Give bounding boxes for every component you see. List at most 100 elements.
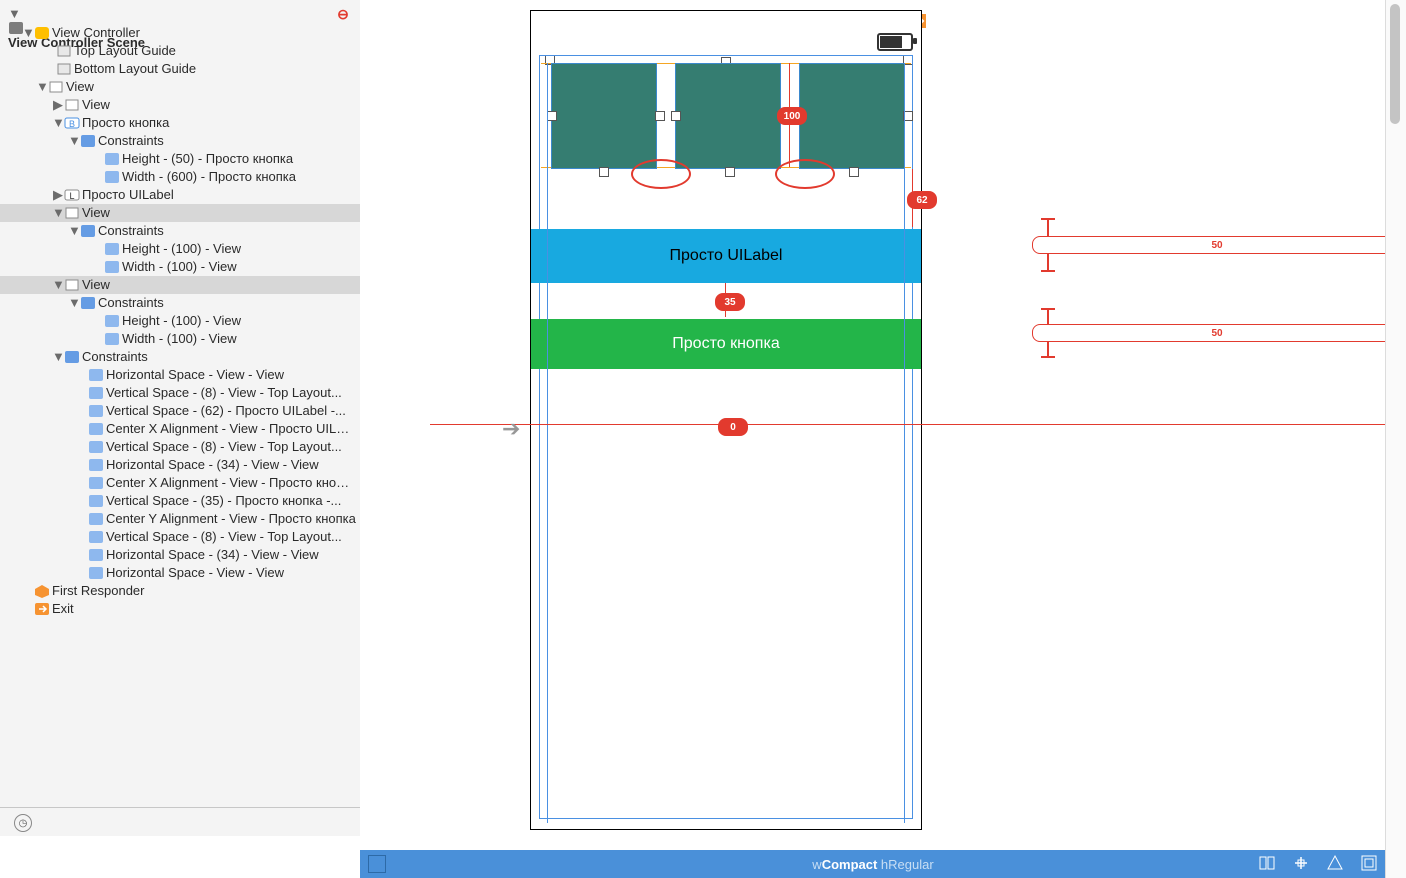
outline-row[interactable]: ▼ View [0, 276, 360, 294]
outline-row-label: Constraints [98, 223, 164, 238]
badge-text: 50 [1211, 328, 1222, 339]
outline-row[interactable]: Center Y Alignment - View - Просто кнопк… [0, 510, 360, 528]
svg-text:L: L [69, 191, 74, 201]
outline-row[interactable]: ▼View Controller [0, 24, 360, 42]
cval-icon [88, 548, 104, 562]
w-prefix: w [812, 857, 821, 872]
outline-row-label: Vertical Space - (8) - View - Top Layout… [106, 385, 342, 400]
cval-icon [104, 152, 120, 166]
outline-row[interactable]: Center X Alignment - View - Просто кнопк… [0, 474, 360, 492]
scene-stop-icon[interactable]: ⊖ [336, 6, 350, 20]
align-icon[interactable] [1258, 854, 1276, 872]
subview-box-3[interactable] [799, 63, 905, 169]
constraint-badge-50a[interactable]: 50 [1032, 236, 1386, 254]
doc-outline-toggle-icon[interactable] [368, 855, 386, 873]
outline-row[interactable]: Horizontal Space - (34) - View - View [0, 456, 360, 474]
cval-icon [104, 314, 120, 328]
disclosure-triangle-icon[interactable]: ▼ [52, 348, 64, 366]
outline-row[interactable]: ▶LПросто UILabel [0, 186, 360, 204]
cval-icon [88, 422, 104, 436]
outline-row[interactable]: Vertical Space - (8) - View - Top Layout… [0, 528, 360, 546]
outline-row[interactable]: Exit [0, 600, 360, 618]
disclosure-triangle-icon[interactable]: ▼ [52, 204, 64, 222]
disclosure-triangle-icon[interactable]: ▼ [8, 6, 21, 21]
constraint-badge-100[interactable]: 100 [777, 107, 807, 125]
outline-row[interactable]: ▼BПросто кнопка [0, 114, 360, 132]
disclosure-triangle-icon[interactable]: ▼ [68, 132, 80, 150]
outline-row[interactable]: Horizontal Space - View - View [0, 564, 360, 582]
badge-text: 50 [1211, 240, 1222, 251]
uilabel-text: Просто UILabel [670, 247, 783, 265]
vertical-scrollbar[interactable] [1385, 0, 1406, 878]
pin-icon[interactable] [1292, 854, 1310, 872]
selection-handle[interactable] [671, 111, 681, 121]
cval-icon [88, 512, 104, 526]
uibutton-bar[interactable]: Просто кнопка [531, 319, 921, 369]
outline-row[interactable]: Vertical Space - (8) - View - Top Layout… [0, 438, 360, 456]
disclosure-triangle-icon[interactable]: ▼ [68, 222, 80, 240]
subview-box-1[interactable] [551, 63, 657, 169]
outline-row[interactable]: Vertical Space - (35) - Просто кнопка -.… [0, 492, 360, 510]
disclosure-triangle-icon[interactable]: ▼ [36, 78, 48, 96]
outline-row[interactable]: Horizontal Space - (34) - View - View [0, 546, 360, 564]
outline-row[interactable]: Vertical Space - (8) - View - Top Layout… [0, 384, 360, 402]
disclosure-triangle-icon[interactable]: ▶ [52, 96, 64, 114]
resolve-issues-icon[interactable] [1326, 854, 1344, 872]
outline-row[interactable]: Bottom Layout Guide [0, 60, 360, 78]
disclosure-triangle-icon[interactable]: ▼ [52, 114, 64, 132]
outline-row[interactable]: Height - (100) - View [0, 312, 360, 330]
outline-row[interactable]: Center X Alignment - View - Просто UILab… [0, 420, 360, 438]
outline-row[interactable]: ▼Constraints [0, 132, 360, 150]
disclosure-triangle-icon[interactable]: ▼ [68, 294, 80, 312]
disclosure-triangle-icon[interactable]: ▼ [22, 24, 34, 42]
selection-handle[interactable] [849, 167, 859, 177]
view-icon [64, 98, 80, 112]
outline-row-label: View [82, 277, 110, 292]
cval-icon [88, 530, 104, 544]
view-icon [64, 206, 80, 220]
outline-row[interactable]: Height - (50) - Просто кнопка [0, 150, 360, 168]
size-class-bar[interactable]: wCompact hRegular [360, 850, 1386, 878]
outline-row[interactable]: ▼View [0, 204, 360, 222]
outline-row[interactable]: Top Layout Guide [0, 42, 360, 60]
cval-icon [88, 368, 104, 382]
outline-row[interactable]: First Responder [0, 582, 360, 600]
outline-row[interactable]: Width - (100) - View [0, 330, 360, 348]
outline-row[interactable]: ▼Constraints [0, 348, 360, 366]
constraint-badge-0[interactable]: 0 [718, 418, 748, 436]
view-icon [48, 80, 64, 94]
selection-handle[interactable] [599, 167, 609, 177]
ib-canvas[interactable]: 100 62 Просто UILabel 35 Просто кнопка ➔… [360, 0, 1386, 836]
outline-row-label: Center Y Alignment - View - Просто кнопк… [106, 511, 356, 526]
vc-icon [34, 26, 50, 40]
selection-handle[interactable] [547, 111, 557, 121]
outline-row[interactable]: Width - (600) - Просто кнопка [0, 168, 360, 186]
disclosure-triangle-icon[interactable]: ▼ [52, 276, 64, 294]
outline-row-label: Exit [52, 601, 74, 616]
outline-row[interactable]: ▼ Constraints [0, 222, 360, 240]
constraint-badge-62[interactable]: 62 [907, 191, 937, 209]
constraint-badge-50b[interactable]: 50 [1032, 324, 1386, 342]
btn-icon: B [64, 116, 80, 130]
outline-row[interactable]: Width - (100) - View [0, 258, 360, 276]
uilabel-bar[interactable]: Просто UILabel [531, 229, 921, 283]
outline-row[interactable]: Horizontal Space - View - View [0, 366, 360, 384]
size-class-label[interactable]: wCompact hRegular [812, 857, 933, 872]
selection-handle[interactable] [655, 111, 665, 121]
outline-row[interactable]: Height - (100) - View [0, 240, 360, 258]
disclosure-triangle-icon[interactable]: ▶ [52, 186, 64, 204]
scroll-thumb[interactable] [1390, 4, 1400, 124]
outline-row[interactable]: ▼View [0, 78, 360, 96]
filter-recent-icon[interactable]: ◷ [14, 814, 32, 832]
outline-row[interactable]: Vertical Space - (62) - Просто UILabel -… [0, 402, 360, 420]
outline-row[interactable]: ▶View [0, 96, 360, 114]
resizing-icon[interactable] [1360, 854, 1378, 872]
outline-row-label: First Responder [52, 583, 144, 598]
subview-box-2[interactable] [675, 63, 781, 169]
outline-row-label: Vertical Space - (35) - Просто кнопка -.… [106, 493, 341, 508]
constraint-badge-35[interactable]: 35 [715, 293, 745, 311]
outline-row-label: Height - (100) - View [122, 313, 241, 328]
outline-row[interactable]: ▼Constraints [0, 294, 360, 312]
svg-text:B: B [69, 119, 75, 129]
selection-handle[interactable] [725, 167, 735, 177]
